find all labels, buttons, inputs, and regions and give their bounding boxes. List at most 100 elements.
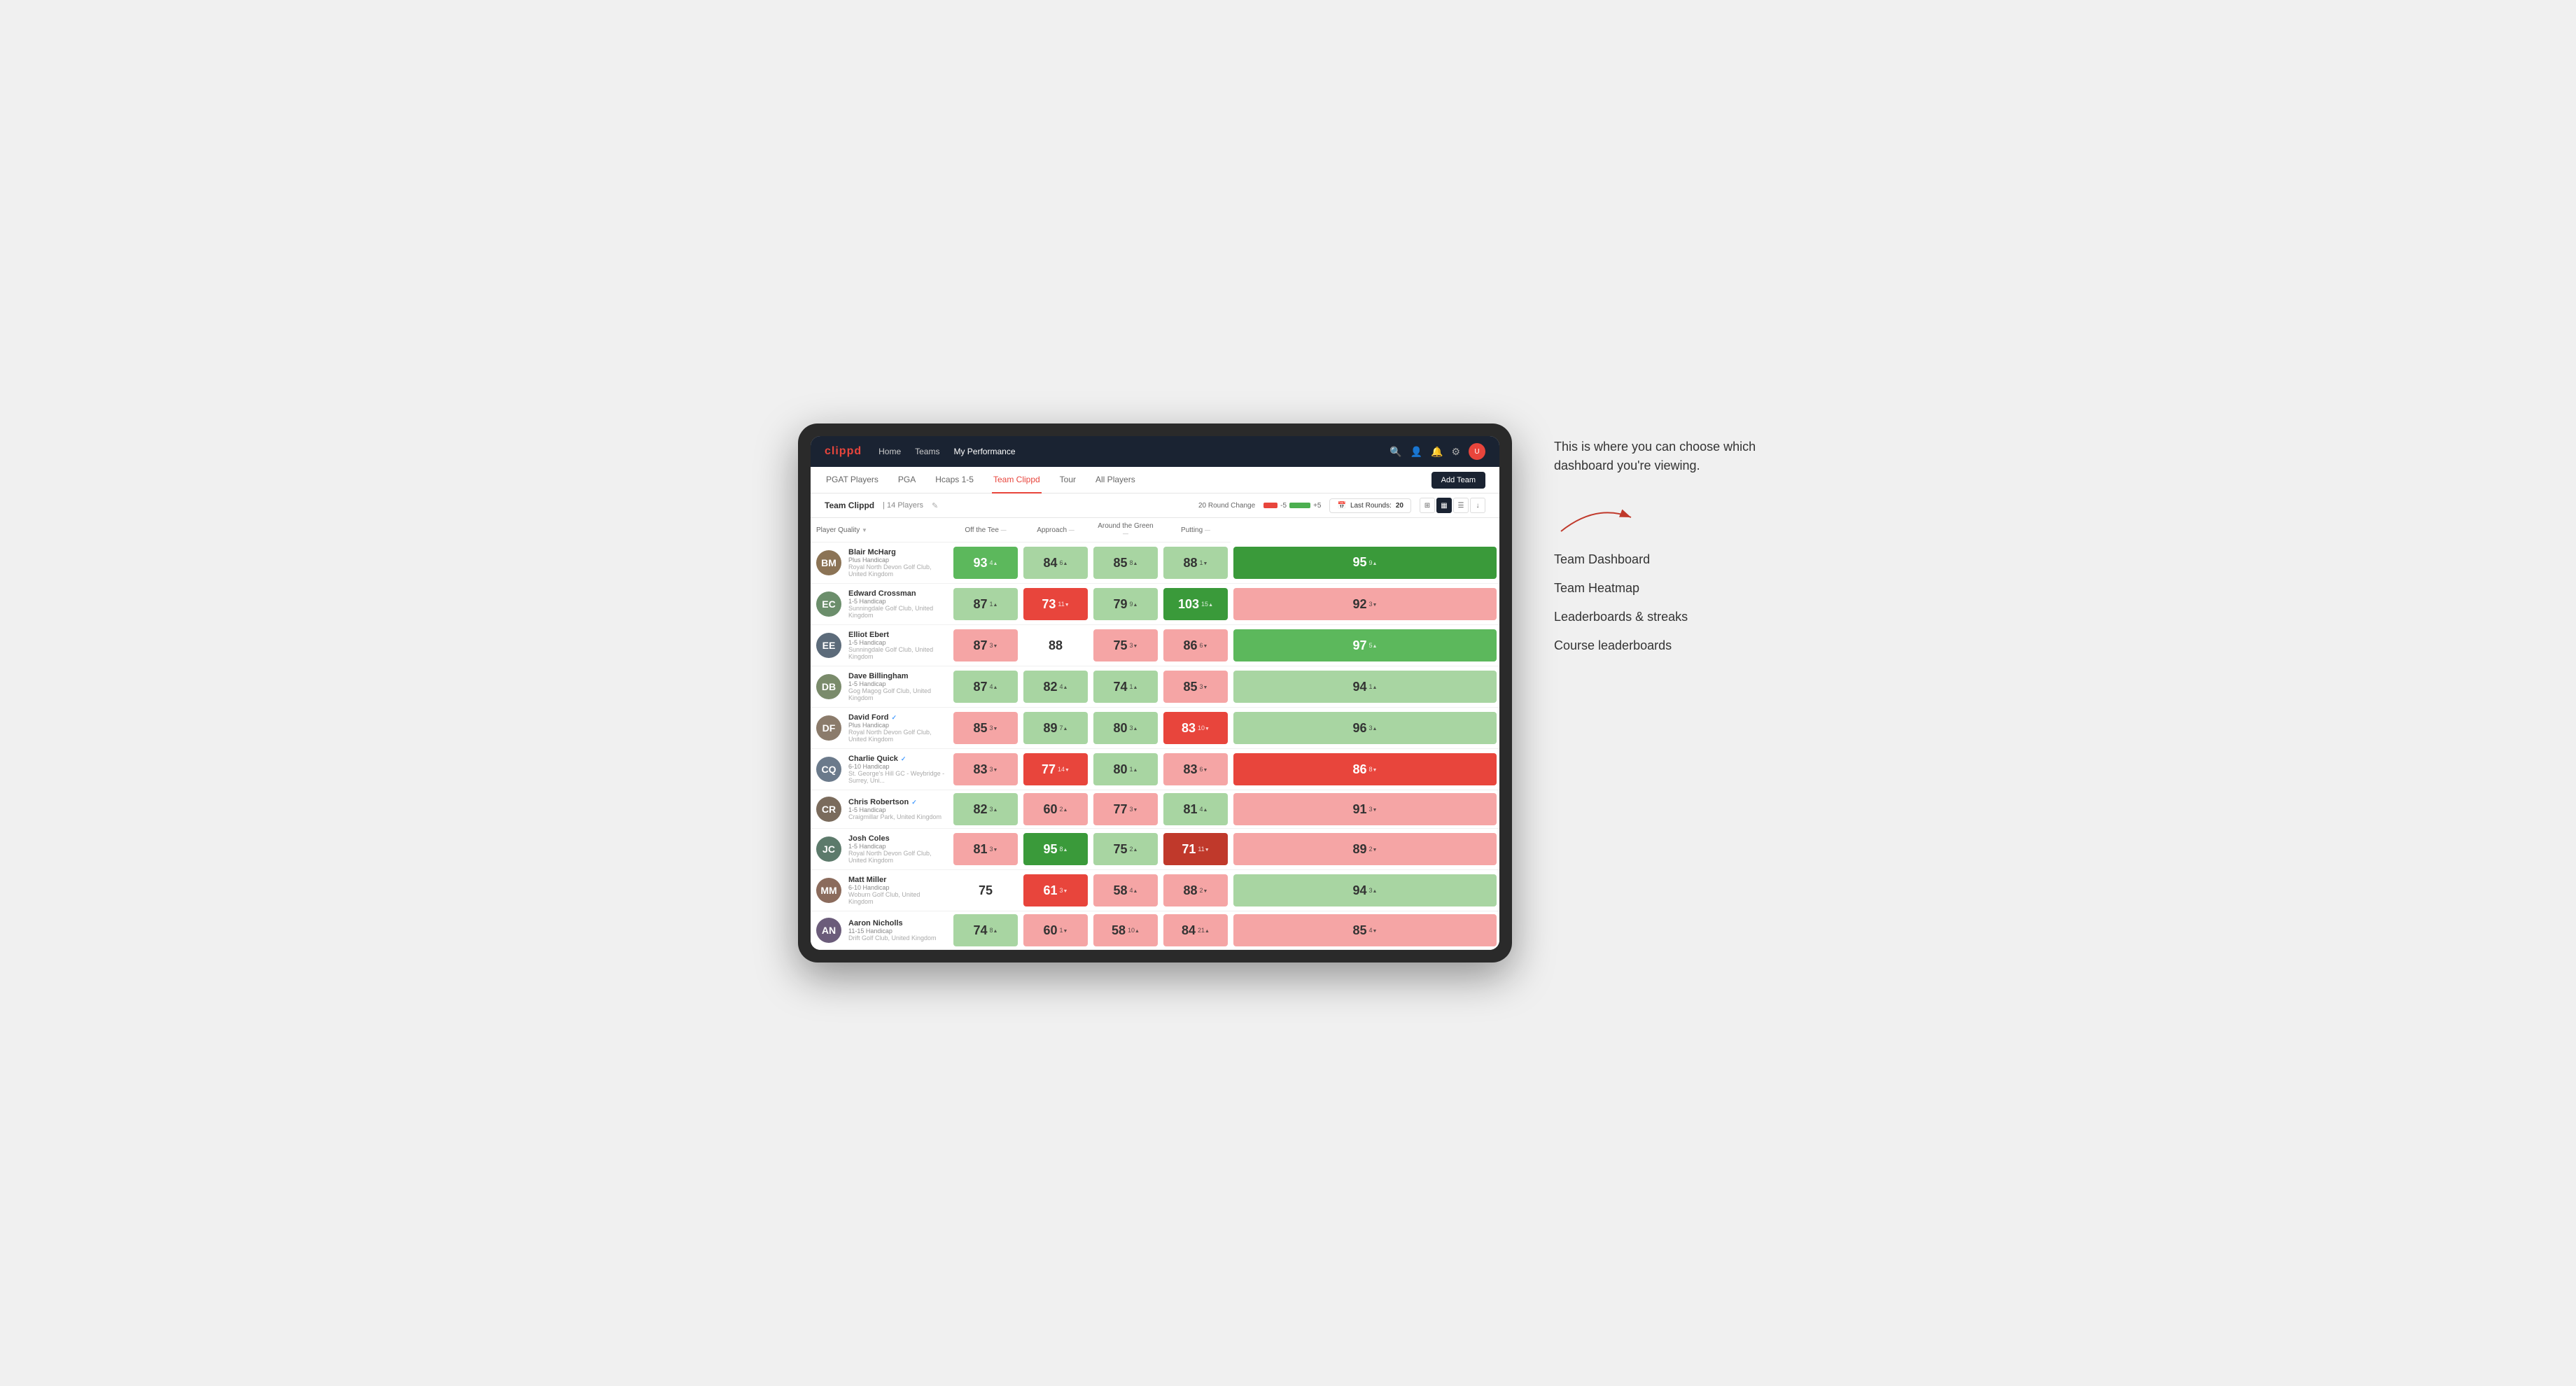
player-hcap-9: 11-15 Handicap	[848, 927, 937, 934]
metric-box-quality-2[interactable]: 87 3	[953, 629, 1018, 662]
player-hcap-6: 1-5 Handicap	[848, 806, 941, 813]
metric-box-green-4[interactable]: 83 10	[1163, 712, 1228, 744]
nav-link-teams[interactable]: Teams	[915, 444, 939, 459]
metric-box-green-0[interactable]: 88 1	[1163, 547, 1228, 579]
player-avatar-1: EC	[816, 592, 841, 617]
player-club-3: Gog Magog Golf Club, United Kingdom	[848, 687, 945, 701]
nav-bar: clippd Home Teams My Performance 🔍 👤 🔔 ⚙…	[811, 436, 1499, 467]
metric-box-tee-9[interactable]: 60 1	[1023, 914, 1088, 946]
last-rounds-button[interactable]: 📅 Last Rounds: 20	[1329, 498, 1411, 513]
player-info-1[interactable]: EC Edward Crossman 1-5 Handicap Sunningd…	[811, 584, 951, 624]
metric-box-quality-4[interactable]: 85 3	[953, 712, 1018, 744]
search-icon[interactable]: 🔍	[1390, 446, 1401, 458]
table-container: Player Quality ▼ Off the Tee — Approach …	[811, 518, 1499, 950]
metric-box-approach-8[interactable]: 58 4	[1093, 874, 1158, 906]
player-info-0[interactable]: BM Blair McHarg Plus Handicap Royal Nort…	[811, 542, 951, 583]
metric-box-quality-0[interactable]: 93 4	[953, 547, 1018, 579]
metric-quality-4: 85 3	[951, 708, 1021, 749]
download-button[interactable]: ↓	[1470, 498, 1485, 513]
player-details-7: Josh Coles 1-5 Handicap Royal North Devo…	[848, 834, 945, 864]
metric-box-green-2[interactable]: 86 6	[1163, 629, 1228, 662]
metric-value-approach-8: 58	[1114, 883, 1128, 898]
player-info-4[interactable]: DF David Ford ✓ Plus Handicap Royal Nort…	[811, 708, 951, 748]
metric-box-green-7[interactable]: 71 11	[1163, 833, 1228, 865]
metric-box-tee-8[interactable]: 61 3	[1023, 874, 1088, 906]
metric-tee-6: 60 2	[1021, 790, 1091, 829]
settings-icon[interactable]: ⚙	[1451, 446, 1460, 458]
metric-box-approach-1[interactable]: 79 9	[1093, 588, 1158, 620]
sub-nav-teamclippd[interactable]: Team Clippd	[992, 467, 1042, 493]
metric-green-0: 88 1	[1161, 542, 1231, 584]
metric-box-approach-3[interactable]: 74 1	[1093, 671, 1158, 703]
metric-box-putting-4[interactable]: 96 3	[1233, 712, 1497, 744]
metric-box-approach-4[interactable]: 80 3	[1093, 712, 1158, 744]
player-info-2[interactable]: EE Elliot Ebert 1-5 Handicap Sunningdale…	[811, 625, 951, 666]
metric-box-approach-9[interactable]: 58 10	[1093, 914, 1158, 946]
metric-box-approach-6[interactable]: 77 3	[1093, 793, 1158, 825]
nav-link-myperformance[interactable]: My Performance	[953, 444, 1015, 459]
metric-box-putting-1[interactable]: 92 3	[1233, 588, 1497, 620]
add-team-button[interactable]: Add Team	[1432, 472, 1485, 489]
sub-nav-hcaps[interactable]: Hcaps 1-5	[934, 467, 975, 493]
metric-box-tee-0[interactable]: 84 6	[1023, 547, 1088, 579]
change-approach-0: 8	[1130, 559, 1138, 566]
metric-box-green-1[interactable]: 103 15	[1163, 588, 1228, 620]
player-info-3[interactable]: DB Dave Billingham 1-5 Handicap Gog Mago…	[811, 666, 951, 707]
heatmap-view-button[interactable]: ▦	[1436, 498, 1452, 513]
grid-view-button[interactable]: ⊞	[1420, 498, 1435, 513]
player-info-6[interactable]: CR Chris Robertson ✓ 1-5 Handicap Craigm…	[811, 791, 951, 827]
metric-box-green-3[interactable]: 85 3	[1163, 671, 1228, 703]
metric-box-tee-2[interactable]: 88	[1023, 629, 1088, 662]
user-icon[interactable]: 👤	[1410, 446, 1422, 458]
metric-box-tee-3[interactable]: 82 4	[1023, 671, 1088, 703]
sub-nav-tour[interactable]: Tour	[1058, 467, 1077, 493]
metric-box-putting-9[interactable]: 85 4	[1233, 914, 1497, 946]
calendar-icon: 📅	[1337, 502, 1345, 510]
sub-nav-pgat[interactable]: PGAT Players	[825, 467, 880, 493]
sub-nav-allplayers[interactable]: All Players	[1094, 467, 1137, 493]
change-approach-8: 4	[1130, 887, 1138, 894]
metric-box-quality-5[interactable]: 83 3	[953, 753, 1018, 785]
table-row: AN Aaron Nicholls 11-15 Handicap Drift G…	[811, 911, 1499, 950]
metric-box-tee-7[interactable]: 95 8	[1023, 833, 1088, 865]
metric-box-quality-7[interactable]: 81 3	[953, 833, 1018, 865]
metric-box-quality-8[interactable]: 75	[953, 874, 1018, 906]
metric-box-tee-5[interactable]: 77 14	[1023, 753, 1088, 785]
metric-box-approach-0[interactable]: 85 8	[1093, 547, 1158, 579]
metric-box-quality-1[interactable]: 87 1	[953, 588, 1018, 620]
sub-nav-pga[interactable]: PGA	[897, 467, 917, 493]
metric-box-approach-7[interactable]: 75 2	[1093, 833, 1158, 865]
player-info-9[interactable]: AN Aaron Nicholls 11-15 Handicap Drift G…	[811, 912, 951, 948]
metric-box-putting-5[interactable]: 86 8	[1233, 753, 1497, 785]
metric-box-approach-2[interactable]: 75 3	[1093, 629, 1158, 662]
metric-box-tee-1[interactable]: 73 11	[1023, 588, 1088, 620]
bell-icon[interactable]: 🔔	[1431, 446, 1443, 458]
metric-box-quality-6[interactable]: 82 3	[953, 793, 1018, 825]
change-putting-9: 4	[1369, 927, 1378, 934]
player-info-8[interactable]: MM Matt Miller 6-10 Handicap Woburn Golf…	[811, 870, 951, 911]
arrow-svg	[1554, 496, 1638, 538]
metric-box-putting-7[interactable]: 89 2	[1233, 833, 1497, 865]
metric-box-putting-0[interactable]: 95 9	[1233, 547, 1497, 579]
metric-box-putting-2[interactable]: 97 5	[1233, 629, 1497, 662]
metric-box-green-9[interactable]: 84 21	[1163, 914, 1228, 946]
metric-box-quality-3[interactable]: 87 4	[953, 671, 1018, 703]
metric-box-putting-8[interactable]: 94 3	[1233, 874, 1497, 906]
metric-box-quality-9[interactable]: 74 8	[953, 914, 1018, 946]
metric-box-tee-4[interactable]: 89 7	[1023, 712, 1088, 744]
list-view-button[interactable]: ☰	[1453, 498, 1469, 513]
nav-link-home[interactable]: Home	[878, 444, 901, 459]
avatar[interactable]: U	[1469, 443, 1485, 460]
metric-box-green-5[interactable]: 83 6	[1163, 753, 1228, 785]
metric-box-putting-6[interactable]: 91 3	[1233, 793, 1497, 825]
metric-box-putting-3[interactable]: 94 1	[1233, 671, 1497, 703]
edit-icon[interactable]: ✎	[932, 501, 938, 510]
metric-box-green-6[interactable]: 81 4	[1163, 793, 1228, 825]
metric-box-tee-6[interactable]: 60 2	[1023, 793, 1088, 825]
metric-box-approach-5[interactable]: 80 1	[1093, 753, 1158, 785]
metric-box-green-8[interactable]: 88 2	[1163, 874, 1228, 906]
player-cell-2: EE Elliot Ebert 1-5 Handicap Sunningdale…	[811, 625, 951, 666]
change-green-2: 6	[1200, 642, 1208, 649]
player-info-7[interactable]: JC Josh Coles 1-5 Handicap Royal North D…	[811, 829, 951, 869]
player-info-5[interactable]: CQ Charlie Quick ✓ 6-10 Handicap St. Geo…	[811, 749, 951, 790]
